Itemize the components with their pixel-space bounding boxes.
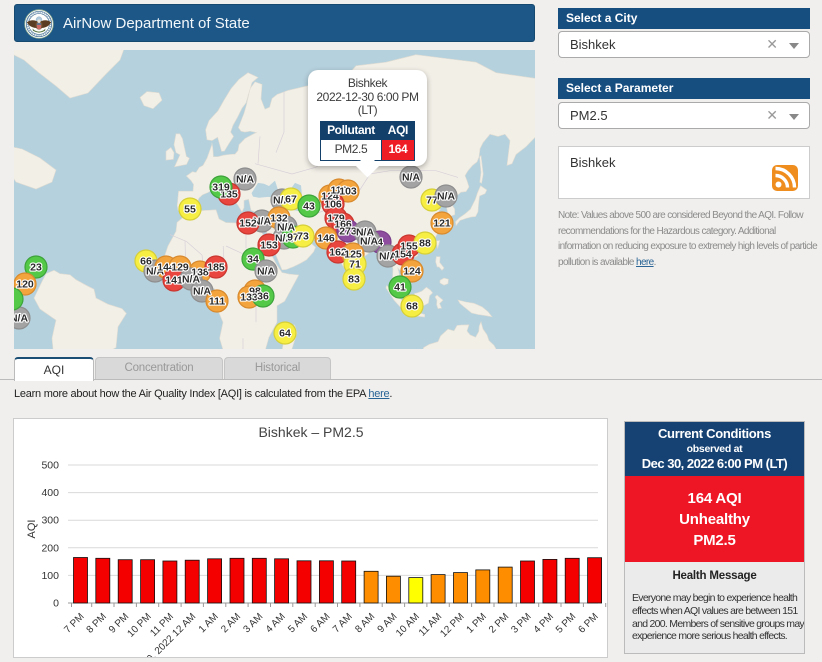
svg-text:2 AM: 2 AM <box>219 611 243 635</box>
svg-text:111: 111 <box>209 296 226 308</box>
svg-text:71: 71 <box>349 259 361 271</box>
svg-text:43: 43 <box>303 201 315 213</box>
svg-text:121: 121 <box>433 218 451 230</box>
svg-text:3 PM: 3 PM <box>509 611 533 635</box>
svg-text:34: 34 <box>247 254 259 266</box>
svg-text:103: 103 <box>339 186 357 198</box>
svg-text:273: 273 <box>339 226 357 238</box>
svg-text:1 PM: 1 PM <box>465 611 489 635</box>
svg-text:N/A: N/A <box>360 236 379 248</box>
svg-text:153: 153 <box>260 240 278 252</box>
svg-text:300: 300 <box>41 515 59 527</box>
svg-text:400: 400 <box>41 487 59 499</box>
svg-text:4 AM: 4 AM <box>264 611 288 635</box>
svg-text:185: 185 <box>207 262 225 274</box>
svg-text:129: 129 <box>171 262 189 274</box>
svg-text:8 AM: 8 AM <box>353 611 377 635</box>
svg-text:5 PM: 5 PM <box>554 611 578 635</box>
svg-text:67: 67 <box>285 194 297 206</box>
svg-text:N/A: N/A <box>182 274 201 286</box>
svg-text:10 AM: 10 AM <box>394 611 422 639</box>
svg-text:146: 146 <box>317 233 335 245</box>
svg-text:7 PM: 7 PM <box>62 611 86 635</box>
svg-text:8 PM: 8 PM <box>85 611 109 635</box>
svg-text:AQI: AQI <box>26 520 38 539</box>
svg-text:133: 133 <box>240 292 258 304</box>
svg-text:73: 73 <box>297 231 309 243</box>
svg-text:100: 100 <box>41 570 59 582</box>
svg-text:83: 83 <box>348 274 360 286</box>
svg-text:23: 23 <box>30 262 42 274</box>
svg-text:10 PM: 10 PM <box>126 611 154 639</box>
svg-text:N/A: N/A <box>257 266 276 278</box>
svg-text:124: 124 <box>403 266 421 278</box>
svg-text:6 AM: 6 AM <box>309 611 333 635</box>
svg-text:319: 319 <box>212 182 230 194</box>
svg-text:106: 106 <box>324 199 342 211</box>
svg-text:64: 64 <box>279 328 291 340</box>
svg-text:6 PM: 6 PM <box>576 611 600 635</box>
svg-text:155: 155 <box>400 241 418 253</box>
svg-text:N/A: N/A <box>437 191 456 203</box>
svg-text:4 PM: 4 PM <box>532 611 556 635</box>
svg-text:1 AM: 1 AM <box>197 611 221 635</box>
svg-text:120: 120 <box>16 279 34 291</box>
svg-text:141: 141 <box>165 275 183 287</box>
svg-text:12 PM: 12 PM <box>438 611 466 639</box>
svg-text:36: 36 <box>257 291 269 303</box>
svg-text:88: 88 <box>419 238 431 250</box>
svg-text:N/A: N/A <box>402 172 421 184</box>
svg-text:2 PM: 2 PM <box>487 611 511 635</box>
svg-text:500: 500 <box>41 460 59 472</box>
svg-text:200: 200 <box>41 542 59 554</box>
svg-text:41: 41 <box>394 282 406 294</box>
svg-text:0: 0 <box>53 598 59 610</box>
svg-text:68: 68 <box>406 301 418 313</box>
svg-text:Bishkek – PM2.5: Bishkek – PM2.5 <box>258 424 363 440</box>
svg-text:7 AM: 7 AM <box>331 611 355 635</box>
svg-text:55: 55 <box>184 204 196 216</box>
svg-text:5 AM: 5 AM <box>286 611 310 635</box>
svg-text:3 AM: 3 AM <box>242 611 266 635</box>
svg-text:N/A: N/A <box>14 313 28 325</box>
svg-text:152: 152 <box>239 218 257 230</box>
svg-text:N/A: N/A <box>236 174 255 186</box>
